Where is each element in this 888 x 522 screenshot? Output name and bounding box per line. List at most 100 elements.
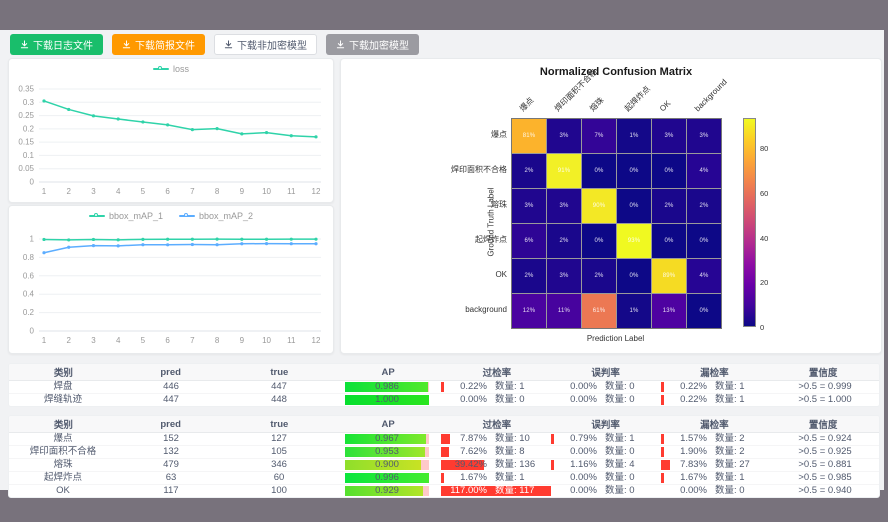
ap-value: 0.929 [333, 485, 441, 497]
column-header-AP[interactable]: AP [335, 419, 444, 430]
rate-percent: 1.57% [661, 433, 707, 445]
column-header-误判率[interactable]: 误判率 [553, 365, 662, 379]
y-tick-label: 0 [30, 327, 35, 336]
table-row: 起焊炸点63600.9961.67%数量: 10.00%数量: 01.67%数量… [9, 472, 879, 485]
download-encrypted-model-button[interactable]: 下载加密模型 [326, 34, 419, 55]
column-header-置信度[interactable]: 置信度 [770, 365, 879, 379]
matrix-row-label: 焊印面积不合格 [407, 165, 507, 175]
data-point [314, 238, 317, 241]
legend-series-icon [89, 212, 105, 220]
cell-misjudge-rate: 0.00%数量: 0 [551, 485, 661, 497]
rate-percent: 0.00% [661, 485, 707, 497]
matrix-cell: 61% [582, 294, 616, 328]
data-point [240, 238, 243, 241]
data-point [117, 244, 120, 247]
cell-true: 100 [225, 485, 333, 497]
matrix-cell: 0% [617, 189, 651, 223]
data-point [215, 243, 218, 246]
rate-count: 数量: 2 [715, 446, 771, 458]
cell-confidence: >0.5 = 0.999 [771, 381, 879, 393]
cell-category: 焊印面积不合格 [9, 446, 117, 458]
matrix-cell: 3% [687, 119, 721, 153]
matrix-row-label: 爆点 [407, 130, 507, 140]
confusion-matrix-ylabel: Ground Truth Label [487, 188, 496, 257]
data-point [314, 242, 317, 245]
data-point [191, 128, 194, 131]
column-header-label: 过检率 [483, 417, 512, 431]
cell-miss-rate: 0.22%数量: 1 [661, 381, 771, 393]
y-tick-label: 0 [30, 178, 35, 187]
ap-value: 0.986 [333, 381, 441, 393]
rate-text: 117.00% 数量: 117 [441, 485, 551, 497]
download-report-button[interactable]: 下载简报文件 [112, 34, 205, 55]
data-point [92, 244, 95, 247]
x-tick-label: 9 [240, 187, 245, 196]
column-header-true[interactable]: true [227, 367, 336, 378]
data-point [67, 238, 70, 241]
column-header-误判率[interactable]: 误判率 [553, 417, 662, 431]
column-header-label: 误判率 [591, 417, 620, 431]
table-header-row: 类别predtrueAP过检率误判率漏检率置信度 [9, 416, 879, 433]
data-point [215, 127, 218, 130]
download-plain-model-button[interactable]: 下载非加密模型 [214, 34, 317, 55]
data-point [92, 238, 95, 241]
column-header-label: 误判率 [591, 365, 620, 379]
x-tick-label: 11 [287, 336, 296, 345]
ap-value: 0.996 [333, 472, 441, 484]
y-tick-label: 0.2 [23, 308, 35, 317]
rate-percent: 0.00% [441, 394, 487, 406]
map-chart-card: bbox_mAP_1bbox_mAP_2 00.20.40.60.8112345… [8, 205, 334, 354]
data-point [67, 108, 70, 111]
y-tick-label: 0.8 [23, 253, 35, 262]
matrix-cell: 7% [582, 119, 616, 153]
map-chart-legend: bbox_mAP_1 bbox_mAP_2 [9, 211, 333, 221]
rate-text: 7.87%数量: 10 [441, 433, 551, 445]
legend-item-bbox_mAP_1[interactable]: bbox_mAP_1 [89, 211, 163, 221]
column-header-漏检率[interactable]: 漏检率 [662, 417, 771, 431]
x-tick-label: 6 [165, 336, 170, 345]
map-line-chart: 00.20.40.60.81123456789101112 [9, 226, 333, 353]
y-tick-label: 1 [30, 235, 35, 244]
cell-miss-rate: 1.67%数量: 1 [661, 472, 771, 484]
matrix-cell: 3% [547, 189, 581, 223]
column-header-置信度[interactable]: 置信度 [770, 417, 879, 431]
data-point [265, 242, 268, 245]
rate-percent: 0.79% [551, 433, 597, 445]
column-header-过检率[interactable]: 过检率 [444, 417, 553, 431]
legend-item-bbox_mAP_2[interactable]: bbox_mAP_2 [179, 211, 253, 221]
legend-item-loss[interactable]: loss [153, 64, 189, 74]
column-header-pred[interactable]: pred [118, 419, 227, 430]
matrix-cell: 2% [687, 189, 721, 223]
rate-percent: 0.22% [661, 394, 707, 406]
cell-true: 447 [225, 381, 333, 393]
legend-series-icon [179, 212, 195, 220]
rate-count: 数量: 27 [715, 459, 771, 471]
column-header-pred[interactable]: pred [118, 367, 227, 378]
rate-count: 数量: 117 [495, 485, 551, 497]
download-log-button[interactable]: 下载日志文件 [10, 34, 103, 55]
detection-table-1: 类别predtrueAP过检率误判率漏检率置信度焊盘4464470.9860.2… [8, 363, 880, 407]
column-header-漏检率[interactable]: 漏检率 [662, 365, 771, 379]
x-tick-label: 10 [262, 187, 271, 196]
rate-count: 数量: 0 [715, 485, 771, 497]
rate-text: 0.22%数量: 1 [441, 381, 551, 393]
matrix-cell: 2% [512, 154, 546, 188]
rate-text: 1.67%数量: 1 [661, 472, 771, 484]
series-line-bbox_mAP_2 [44, 244, 316, 253]
column-header-true[interactable]: true [227, 419, 336, 430]
cell-confidence: >0.5 = 0.881 [771, 459, 879, 471]
rate-percent: 117.00% [441, 485, 487, 497]
rate-count: 数量: 4 [605, 459, 661, 471]
cell-category: 焊缝轨迹 [9, 394, 117, 406]
legend-label: bbox_mAP_1 [109, 211, 163, 221]
table-row: 焊印面积不合格1321050.9537.62%数量: 80.00%数量: 01.… [9, 446, 879, 459]
table-gap [8, 407, 880, 415]
column-header-过检率[interactable]: 过检率 [444, 365, 553, 379]
column-header-AP[interactable]: AP [335, 367, 444, 378]
loss-chart-legend: loss [9, 64, 333, 74]
x-tick-label: 8 [215, 187, 220, 196]
cell-true: 60 [225, 472, 333, 484]
data-point [92, 114, 95, 117]
y-tick-label: 0.25 [18, 111, 34, 120]
cell-true: 127 [225, 433, 333, 445]
